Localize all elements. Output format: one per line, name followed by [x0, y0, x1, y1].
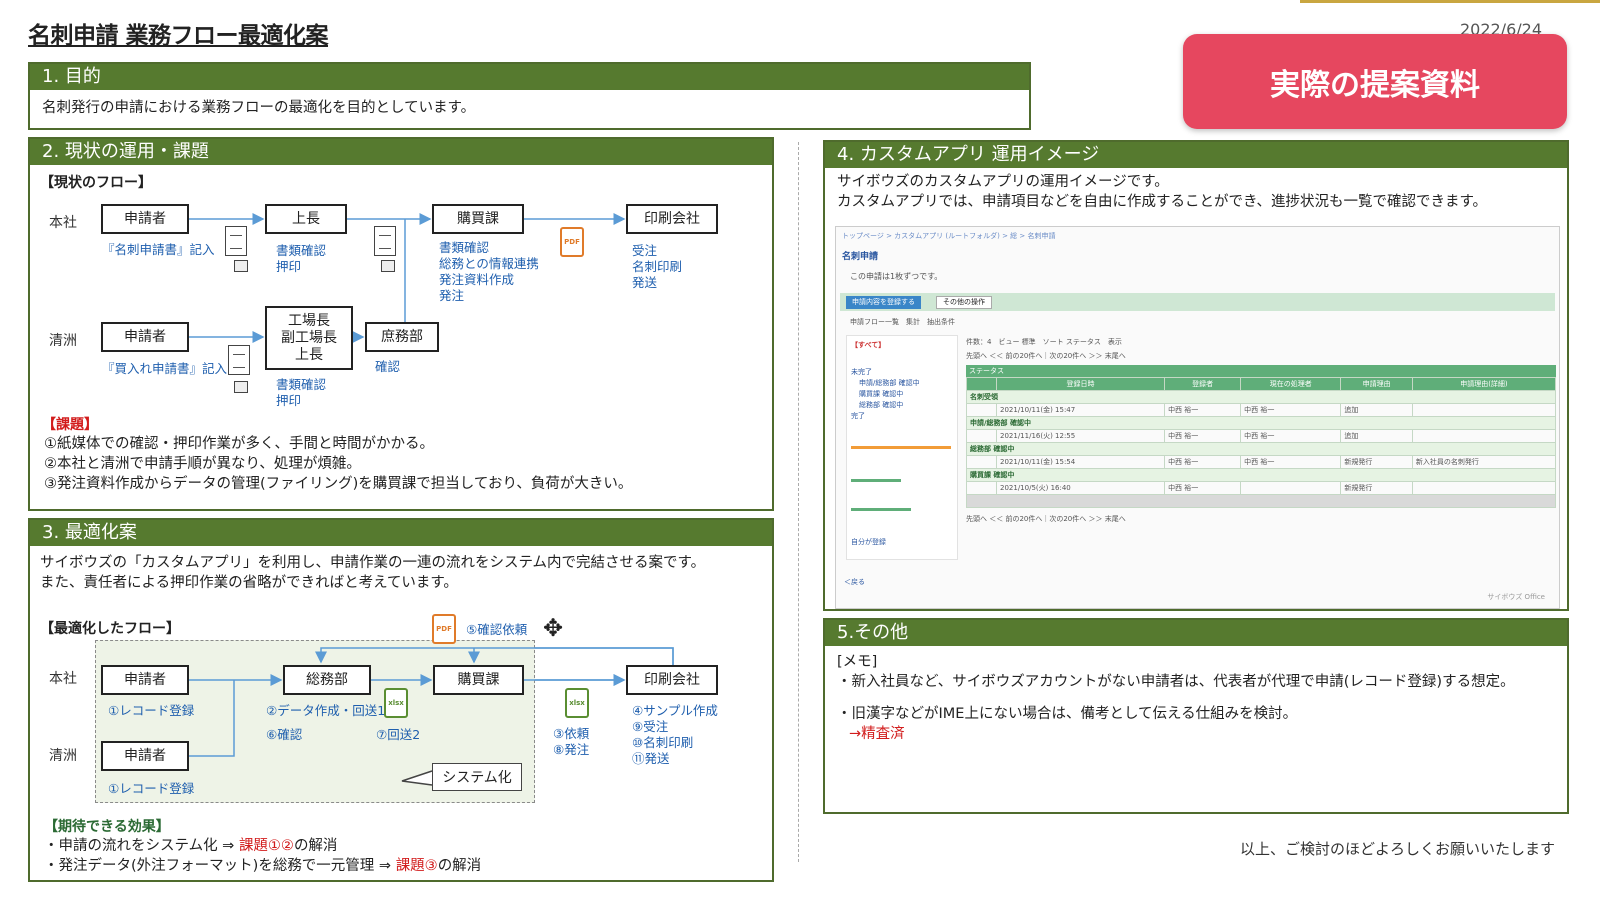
table-cell: 新規発行 [1340, 481, 1413, 495]
table-cell [1240, 481, 1342, 495]
system-label: システム化 [432, 763, 522, 791]
group-row: 購買課 確認中 [966, 468, 1556, 482]
effect-1-suffix: の解消 [293, 838, 338, 854]
side-s3[interactable]: 購買課 確認中 [851, 389, 953, 400]
side-progress-3 [851, 508, 911, 511]
table-cell: 新規発行 [1340, 455, 1413, 469]
group-row: 総務部 確認中 [966, 442, 1556, 456]
side-s5[interactable]: 完了 [851, 411, 953, 422]
other-memo: [メモ] [837, 654, 878, 670]
app-other-button[interactable]: その他の操作 [936, 296, 992, 309]
table-cell: 追加 [1340, 429, 1413, 443]
table-cell [966, 429, 997, 443]
table-cell: 中西 裕一 [1240, 403, 1342, 417]
col-header: 申請理由 [1340, 377, 1413, 391]
table-cell: 中西 裕一 [1164, 481, 1242, 495]
table-cell: 中西 裕一 [1164, 429, 1242, 443]
app-toolbar: 件数：4 ビュー 標準 ソート ステータス 表示 [966, 338, 1122, 346]
app-text-1: サイボウズのカスタムアプリの運用イメージです。 [837, 174, 1169, 190]
effect-1-issue: 課題①② [238, 838, 294, 854]
other-line-2: ・旧漢字などがIME上にない場合は、備考として伝える仕組みを検討。 [837, 706, 1298, 722]
app-pager-bottom[interactable]: 先頭へ ＜＜ 前の20件へ｜次の20件へ ＞＞ 末尾へ [966, 514, 1556, 524]
side-all[interactable]: 【すべて】 [851, 340, 953, 351]
side-s4[interactable]: 総務部 確認中 [851, 400, 953, 411]
effect-2: ・発注データ(外注フォーマット)を総務で一元管理 ⇒ 課題③の解消 [44, 856, 481, 876]
table-cell: 中西 裕一 [1240, 455, 1342, 469]
table-cell: 中西 裕一 [1164, 455, 1242, 469]
table-cell [1411, 403, 1557, 417]
other-line-1: ・新入社員など、サイボウズアカウントがない申請者は、代表者が代理で申請(レコード… [837, 674, 1515, 690]
app-sidebar: 【すべて】 未完了 申請/総務部 確認中 購買課 確認中 総務部 確認中 完了 … [846, 335, 958, 560]
side-progress-2 [851, 479, 901, 482]
side-s2[interactable]: 申請/総務部 確認中 [851, 378, 953, 389]
app-text-2: カスタムアプリでは、申請項目などを自由に作成することができ、進捗状況も一覧で確認… [837, 194, 1488, 210]
col-header [966, 377, 997, 391]
table-row[interactable]: 2021/10/11(金) 15:47 中西 裕一 中西 裕一 追加 [966, 403, 1557, 417]
table-cell: 2021/10/11(金) 15:47 [995, 403, 1166, 417]
table-cell [966, 455, 997, 469]
effect-1-text: ・申請の流れをシステム化 ⇒ [44, 838, 239, 854]
app-status-col: ステータス [966, 365, 1556, 377]
section-other-heading: 5.その他 [825, 620, 1567, 646]
app-pager-top[interactable]: 先頭へ ＜＜ 前の20件へ｜次の20件へ ＞＞ 末尾へ [966, 351, 1556, 361]
table-row[interactable]: 2021/11/16(火) 12:55 中西 裕一 中西 裕一 追加 [966, 429, 1557, 443]
col-header: 申請理由(詳細) [1411, 377, 1557, 391]
effect-2-text: ・発注データ(外注フォーマット)を総務で一元管理 ⇒ [44, 858, 396, 874]
app-back-link[interactable]: ＜戻る [844, 577, 865, 587]
table-row[interactable]: 2021/10/5(火) 16:40 中西 裕一 新規発行 [966, 481, 1557, 495]
side-my-records[interactable]: 自分が登録 [851, 537, 953, 548]
app-footer: サイボウズ Office [1487, 593, 1545, 601]
app-tabs[interactable]: 申請フロー一覧 集計 抽出条件 [850, 317, 955, 327]
col-header: 登録者 [1164, 377, 1242, 391]
app-register-button[interactable]: 申請内容を登録する [846, 296, 921, 309]
effect-2-issue: 課題③ [395, 858, 438, 874]
side-s1[interactable]: 未完了 [851, 367, 953, 378]
table-cell: 2021/11/16(火) 12:55 [995, 429, 1166, 443]
table-cell [1411, 429, 1557, 443]
other-line-3: →精査済 [849, 726, 905, 742]
table-cell [966, 481, 997, 495]
section-app-heading: 4. カスタムアプリ 運用イメージ [825, 142, 1567, 168]
app-note: この申請は1枚ずつです。 [850, 272, 943, 281]
col-header: 現在の処理者 [1240, 377, 1342, 391]
group-row: 申請/総務部 確認中 [966, 416, 1556, 430]
effect-1: ・申請の流れをシステム化 ⇒ 課題①②の解消 [44, 836, 337, 856]
table-row[interactable]: 2021/10/11(金) 15:54 中西 裕一 中西 裕一 新規発行 新入社… [966, 455, 1557, 469]
app-title: 名刺申請 [842, 252, 879, 262]
side-progress [851, 446, 951, 449]
table-cell: 中西 裕一 [1164, 403, 1242, 417]
section-other: 5.その他 [メモ] ・新入社員など、サイボウズアカウントがない申請者は、代表者… [823, 618, 1569, 814]
closing-remark: 以上、ご検討のほどよろしくお願いいたします [1239, 840, 1555, 858]
table-cell: 追加 [1340, 403, 1413, 417]
group-row: 名刺受領 [966, 390, 1556, 404]
table-cell [1411, 481, 1557, 495]
table-cell: 中西 裕一 [1240, 429, 1342, 443]
effect-2-suffix: の解消 [437, 858, 482, 874]
col-header: 登録日時 [995, 377, 1166, 391]
table-cell [966, 403, 997, 417]
effects-label: 【期待できる効果】 [44, 819, 170, 835]
table-cell: 2021/10/5(火) 16:40 [995, 481, 1166, 495]
table-row-empty [966, 494, 1556, 508]
table-cell: 新入社員の名刺発行 [1411, 455, 1557, 469]
app-table: 登録日時 登録者 現在の処理者 申請理由 申請理由(詳細) 名刺受領 2021/… [966, 377, 1557, 508]
app-main: 件数：4 ビュー 標準 ソート ステータス 表示 先頭へ ＜＜ 前の20件へ｜次… [966, 337, 1557, 524]
table-cell: 2021/10/11(金) 15:54 [995, 455, 1166, 469]
app-breadcrumb: トップページ > カスタムアプリ (ルートフォルダ) > 総 > 名刺申請 [842, 232, 1056, 240]
app-screenshot: トップページ > カスタムアプリ (ルートフォルダ) > 総 > 名刺申請 名刺… [835, 226, 1560, 609]
